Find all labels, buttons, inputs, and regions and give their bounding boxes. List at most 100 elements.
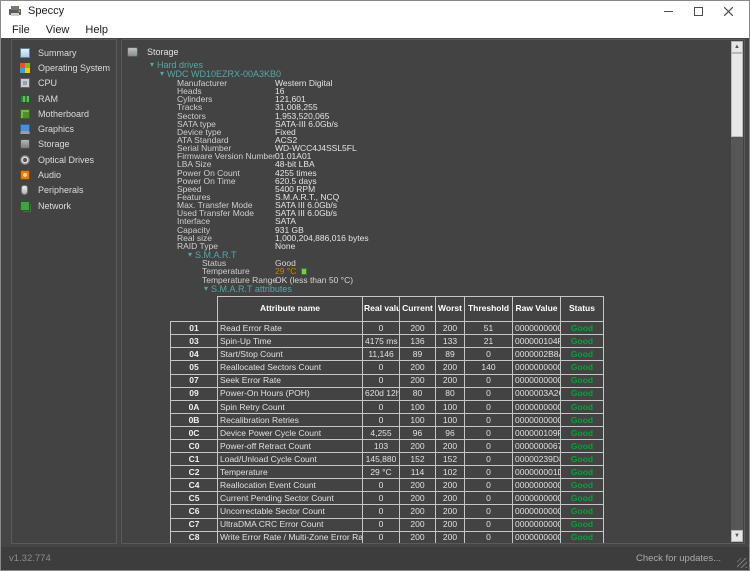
spec-row: Interface SATA [122, 217, 731, 225]
version-label: v1.32.774 [9, 553, 51, 564]
attr-current: 200 [400, 492, 436, 505]
scrollbar-thumb[interactable] [731, 53, 743, 137]
smart-attributes-node[interactable]: S.M.A.R.T attributes [211, 284, 292, 294]
check-updates-link[interactable]: Check for updates... [636, 553, 721, 564]
attr-worst: 200 [436, 518, 465, 531]
attr-name: Current Pending Sector Count [218, 492, 363, 505]
attr-worst: 89 [436, 348, 465, 361]
menu-item[interactable]: Help [77, 21, 116, 38]
attr-current: 200 [400, 505, 436, 518]
sidebar-item[interactable]: Motherboard [12, 106, 116, 121]
table-row: 0B Recalibration Retries 0 100 100 0 000… [171, 413, 604, 426]
collapse-arrow-icon[interactable]: ▾ [160, 70, 164, 78]
attr-worst: 200 [436, 374, 465, 387]
collapse-arrow-icon[interactable]: ▾ [150, 61, 154, 69]
attr-current: 100 [400, 400, 436, 413]
attr-status: Good [561, 518, 604, 531]
scroll-down-button[interactable]: ▼ [731, 530, 743, 542]
menu-item-label: View [46, 24, 70, 36]
col-status: Status [561, 297, 604, 322]
smart-attributes-table: Attribute name Real value Current Worst … [170, 296, 604, 543]
menu-item-label: File [12, 24, 30, 36]
sidebar-item[interactable]: RAM [12, 91, 116, 106]
attr-worst: 152 [436, 453, 465, 466]
close-button[interactable] [713, 2, 743, 20]
attr-threshold: 0 [465, 466, 513, 479]
attr-current: 100 [400, 413, 436, 426]
spec-row: Capacity 931 GB [122, 226, 731, 234]
menu-item[interactable]: View [38, 21, 78, 38]
attr-real-value: 0 [363, 518, 400, 531]
scroll-up-button[interactable]: ▲ [731, 41, 743, 53]
table-row: 05 Reallocated Sectors Count 0 200 200 1… [171, 361, 604, 374]
collapse-arrow-icon[interactable]: ▾ [204, 285, 208, 293]
attr-id: C0 [171, 440, 218, 453]
attr-status: Good [561, 400, 604, 413]
sidebar-item[interactable]: Graphics [12, 121, 116, 136]
attr-name: Spin-Up Time [218, 335, 363, 348]
attr-worst: 133 [436, 335, 465, 348]
attr-name: Power-off Retract Count [218, 440, 363, 453]
attr-status: Good [561, 531, 604, 543]
sidebar-item-label: Motherboard [38, 109, 89, 119]
attr-id: C8 [171, 531, 218, 543]
os-icon [20, 63, 30, 73]
storage-icon [20, 139, 30, 149]
vertical-scrollbar[interactable]: ▲ ▼ [731, 41, 743, 542]
col-attribute-name: Attribute name [218, 297, 363, 322]
col-current: Current [400, 297, 436, 322]
sidebar-item[interactable]: Peripherals [12, 183, 116, 198]
attr-worst: 200 [436, 361, 465, 374]
sidebar-item[interactable]: Network [12, 198, 116, 213]
attr-threshold: 0 [465, 400, 513, 413]
attr-worst: 102 [436, 466, 465, 479]
sidebar-item-label: Storage [38, 139, 70, 149]
attr-id: 01 [171, 322, 218, 335]
col-raw-value: Raw Value [513, 297, 561, 322]
attr-name: Temperature [218, 466, 363, 479]
maximize-button[interactable] [683, 2, 713, 20]
attr-raw-value: 000000109F [513, 426, 561, 439]
summary-icon [20, 48, 30, 58]
window-title: Speccy [28, 5, 64, 17]
attr-worst: 200 [436, 505, 465, 518]
attr-real-value: 11,146 [363, 348, 400, 361]
hard-drives-node[interactable]: Hard drives [157, 60, 203, 70]
table-row: 0C Device Power Cycle Count 4,255 96 96 … [171, 426, 604, 439]
sidebar-item[interactable]: Operating System [12, 60, 116, 75]
attr-id: 04 [171, 348, 218, 361]
attr-name: Recalibration Retries [218, 413, 363, 426]
attr-threshold: 0 [465, 426, 513, 439]
attr-current: 114 [400, 466, 436, 479]
attr-raw-value: 0000002B8A [513, 348, 561, 361]
attr-real-value: 0 [363, 413, 400, 426]
attr-threshold: 0 [465, 348, 513, 361]
menu-item[interactable]: File [4, 21, 38, 38]
attr-id: C5 [171, 492, 218, 505]
attr-name: Write Error Rate / Multi-Zone Error Rate [218, 531, 363, 543]
attr-real-value: 0 [363, 374, 400, 387]
attr-id: 03 [171, 335, 218, 348]
table-row: 0A Spin Retry Count 0 100 100 0 00000000… [171, 400, 604, 413]
sidebar-item[interactable]: Summary [12, 45, 116, 60]
storage-report: Storage ▾ Hard drives ▾ WDC WD10EZRX-00A… [122, 40, 731, 543]
collapse-arrow-icon[interactable]: ▾ [188, 251, 192, 259]
attr-worst: 200 [436, 531, 465, 543]
resize-grip[interactable] [737, 558, 747, 568]
content-panel: Storage ▾ Hard drives ▾ WDC WD10EZRX-00A… [121, 39, 745, 544]
speccy-logo-icon [8, 5, 22, 17]
minimize-button[interactable] [653, 2, 683, 20]
attr-worst: 100 [436, 400, 465, 413]
sidebar: Summary Operating System CPU RAM Motherb… [11, 39, 117, 544]
sidebar-item[interactable]: CPU [12, 76, 116, 91]
titlebar: Speccy [1, 1, 749, 21]
attr-real-value: 145,880 [363, 453, 400, 466]
attr-status: Good [561, 361, 604, 374]
sidebar-item[interactable]: Storage [12, 137, 116, 152]
sidebar-item-label: Summary [38, 48, 77, 58]
sidebar-item[interactable]: Optical Drives [12, 152, 116, 167]
sidebar-item[interactable]: Audio [12, 167, 116, 182]
sidebar-item-label: Audio [38, 170, 61, 180]
attr-current: 89 [400, 348, 436, 361]
attr-threshold: 0 [465, 413, 513, 426]
